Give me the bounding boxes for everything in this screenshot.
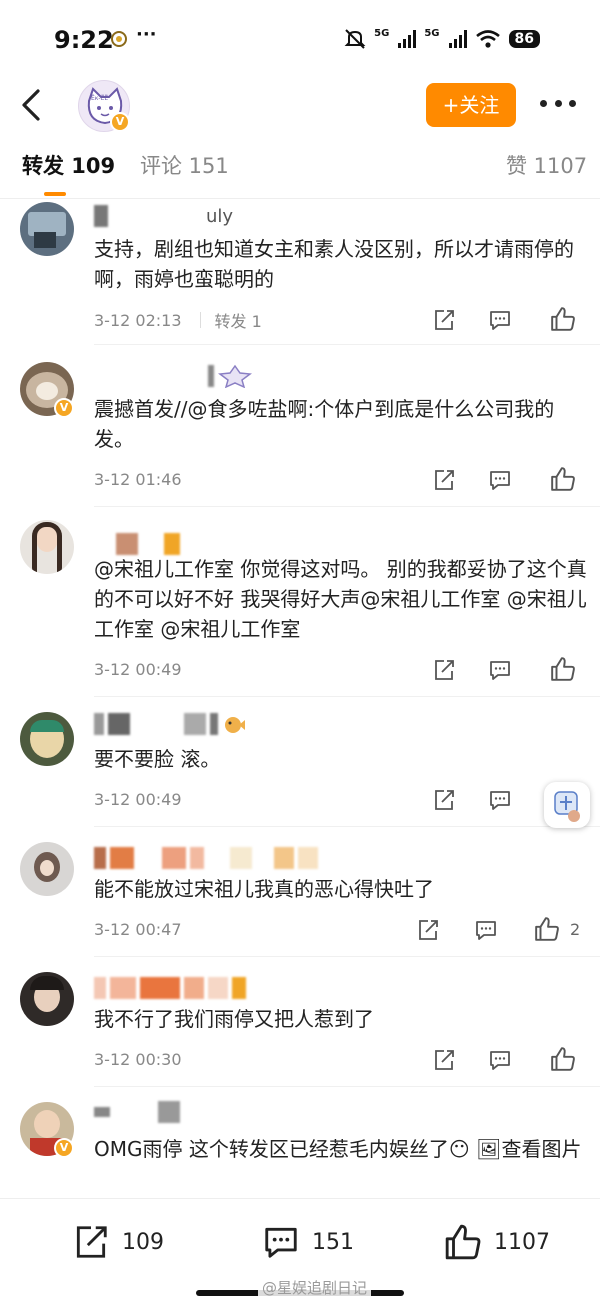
- comment-icon[interactable]: [488, 658, 512, 682]
- like-icon[interactable]: [550, 1046, 576, 1072]
- repost-meta: 3-12 00:49: [94, 790, 182, 809]
- like-icon[interactable]: [550, 466, 576, 492]
- verified-icon: V: [54, 398, 74, 418]
- battery-indicator: 86: [508, 30, 540, 48]
- timestamp: 3-12 00:49: [94, 660, 182, 679]
- repost-meta: 3-12 00:30: [94, 1050, 182, 1069]
- floating-tool-button[interactable]: [544, 782, 590, 828]
- comment-total: 151: [312, 1229, 354, 1255]
- signal-label-2: 5G: [424, 28, 440, 39]
- repost-text: 能不能放过宋祖儿我真的恶心得快吐了: [94, 877, 434, 901]
- follow-button[interactable]: +关注: [426, 83, 516, 127]
- comment-icon[interactable]: [474, 918, 498, 942]
- divider: [94, 344, 600, 345]
- emoji-icon: [225, 717, 245, 733]
- repost-text: OMG雨停 这个转发区已经惹毛内娱丝了😶 🖼查看图片: [94, 1137, 582, 1161]
- active-tab-indicator: [44, 192, 66, 196]
- share-icon[interactable]: [432, 788, 456, 812]
- username[interactable]: [94, 844, 318, 872]
- share-icon[interactable]: [432, 468, 456, 492]
- like-total: 1107: [494, 1229, 550, 1255]
- tab-reposts[interactable]: 转发 109: [22, 150, 115, 180]
- comment-icon[interactable]: [488, 788, 512, 812]
- like-icon[interactable]: [534, 916, 560, 942]
- signal-bars-1-icon: [398, 30, 417, 48]
- back-icon[interactable]: [18, 88, 44, 122]
- comment-icon[interactable]: [488, 468, 512, 492]
- divider: [94, 506, 600, 507]
- repost-text: 要不要脸 滚。: [94, 747, 221, 771]
- divider: [94, 956, 600, 957]
- comment-icon[interactable]: [488, 308, 512, 332]
- like-icon: [445, 1224, 481, 1260]
- repost-text: @宋祖儿工作室 你觉得这对吗。 别的我都妥协了这个真的不可以好不好 我哭得好大声…: [94, 557, 587, 641]
- verified-icon: V: [54, 1138, 74, 1158]
- more-icon[interactable]: [540, 100, 576, 110]
- divider: [94, 696, 600, 697]
- repost-meta: 3-12 00:47: [94, 920, 182, 939]
- avatar-text: Ёк-ЁЁ: [91, 95, 109, 102]
- repost-button[interactable]: 109: [72, 1223, 164, 1261]
- divider: [94, 1086, 600, 1087]
- avatar[interactable]: [20, 712, 74, 766]
- share-icon[interactable]: [432, 1048, 456, 1072]
- translate-icon: [554, 791, 580, 822]
- tab-comments[interactable]: 评论 151: [140, 150, 229, 180]
- share-icon[interactable]: [416, 918, 440, 942]
- status-time: 9:22: [54, 26, 114, 54]
- avatar[interactable]: [20, 842, 74, 896]
- timestamp: 3-12 00:30: [94, 1050, 182, 1069]
- avatar[interactable]: [20, 202, 74, 256]
- username[interactable]: [94, 362, 252, 390]
- timestamp: 3-12 01:46: [94, 470, 182, 489]
- wifi-icon: [475, 30, 500, 48]
- watermark: @星娱追剧日记: [258, 1277, 372, 1298]
- username-text: uly: [206, 205, 234, 227]
- timestamp: 3-12 00:49: [94, 790, 182, 809]
- separator: [199, 312, 201, 328]
- share-icon: [76, 1226, 107, 1258]
- username[interactable]: [94, 1098, 180, 1126]
- divider: [94, 826, 600, 827]
- like-icon[interactable]: [550, 656, 576, 682]
- header: Ёк-ЁЁ V +关注: [0, 78, 600, 138]
- repost-total: 109: [122, 1229, 164, 1255]
- like-count: 2: [570, 920, 581, 939]
- repost-text: 我不行了我们雨停又把人惹到了: [94, 1007, 374, 1031]
- more-notifications-icon: ···: [136, 24, 157, 45]
- username[interactable]: [94, 974, 246, 1002]
- timestamp: 3-12 00:47: [94, 920, 182, 939]
- member-badge-icon: [218, 364, 252, 388]
- mute-icon: [344, 29, 366, 49]
- repost-meta: 3-12 02:13 转发 1: [94, 308, 262, 332]
- tab-likes[interactable]: 赞 1107: [506, 150, 587, 180]
- notification-icon: [111, 31, 127, 47]
- avatar[interactable]: [20, 972, 74, 1026]
- status-bar: 9:22 ··· 5G 5G 86: [0, 0, 600, 78]
- repost-text: 震撼首发//@食多咗盐啊:个体户到底是什么公司我的发。: [94, 397, 555, 451]
- signal-label-1: 5G: [374, 28, 390, 39]
- tab-bar: 转发 109 评论 151 赞 1107: [0, 150, 600, 200]
- repost-meta: 3-12 00:49: [94, 660, 182, 679]
- timestamp: 3-12 02:13: [94, 310, 182, 330]
- repost-text: 支持，剧组也知道女主和素人没区别，所以才请雨停的啊，雨婷也蛮聪明的: [94, 237, 574, 291]
- repost-meta: 3-12 01:46: [94, 470, 182, 489]
- share-icon[interactable]: [432, 308, 456, 332]
- username[interactable]: uly: [94, 202, 233, 230]
- comment-icon: [265, 1227, 297, 1258]
- verified-icon: V: [110, 112, 130, 132]
- share-icon[interactable]: [432, 658, 456, 682]
- like-button[interactable]: 1107: [444, 1223, 550, 1261]
- like-icon[interactable]: [550, 306, 576, 332]
- username[interactable]: [94, 710, 246, 738]
- comment-icon[interactable]: [488, 1048, 512, 1072]
- signal-bars-2-icon: [448, 30, 467, 48]
- comment-button[interactable]: 151: [262, 1223, 354, 1261]
- divider: [0, 198, 600, 199]
- avatar[interactable]: [20, 520, 74, 574]
- repost-count[interactable]: 转发 1: [215, 308, 262, 332]
